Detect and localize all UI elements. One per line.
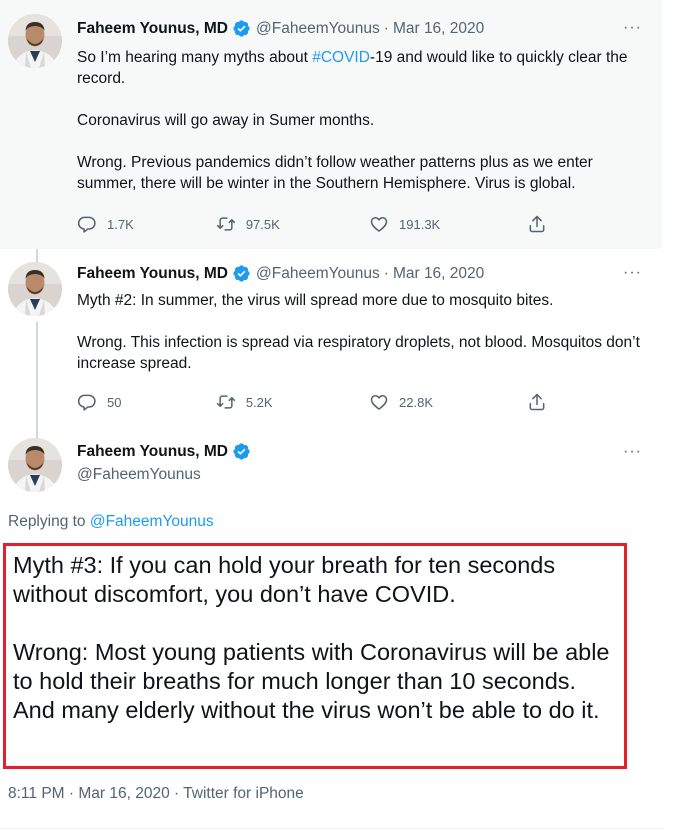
author-name[interactable]: Faheem Younus, MD — [77, 443, 228, 461]
author-handle[interactable]: @FaheemYounus — [256, 20, 380, 38]
tweet-header: Faheem Younus, MD @FaheemYounus · Mar 16… — [77, 19, 484, 38]
tweet-paragraph: Wrong. Previous pandemics didn’t follow … — [77, 154, 593, 192]
share-icon — [527, 214, 547, 234]
tweet-paragraph: Wrong: Most young patients with Coronavi… — [13, 639, 610, 723]
author-handle[interactable]: @FaheemYounus — [256, 265, 380, 283]
verified-badge-icon — [232, 264, 251, 283]
avatar[interactable] — [8, 262, 62, 316]
hashtag-link[interactable]: #COVID — [312, 49, 370, 66]
tweet-paragraph: Myth #3: If you can hold your breath for… — [13, 552, 556, 607]
highlighted-tweet-text: Myth #3: If you can hold your breath for… — [3, 543, 627, 769]
like-button[interactable]: 191.3K — [369, 214, 527, 234]
focused-tweet: Faheem Younus, MD @FaheemYounus ··· Repl… — [0, 428, 662, 836]
like-icon — [369, 214, 389, 234]
reply-icon — [77, 392, 97, 412]
reply-count: 50 — [107, 394, 122, 410]
replying-to: Replying to @FaheemYounus — [8, 513, 214, 531]
reply-button[interactable]: 1.7K — [77, 214, 216, 234]
tweet-text: Myth #2: In summer, the virus will sprea… — [77, 290, 647, 374]
divider — [0, 828, 662, 829]
retweet-button[interactable]: 97.5K — [216, 214, 369, 234]
replying-label: Replying to — [8, 513, 90, 530]
tweet-header: Faheem Younus, MD — [77, 442, 256, 461]
tweet-actions: 1.7K 97.5K 191.3K — [77, 214, 557, 234]
author-name[interactable]: Faheem Younus, MD — [77, 20, 228, 38]
reply-button[interactable]: 50 — [77, 392, 216, 412]
retweet-count: 97.5K — [245, 216, 280, 232]
avatar[interactable] — [8, 14, 62, 68]
replying-handle-link[interactable]: @FaheemYounus — [90, 513, 214, 530]
like-button[interactable]: 22.8K — [369, 392, 527, 412]
reply-count: 1.7K — [107, 216, 134, 232]
retweet-count: 5.2K — [245, 394, 273, 410]
author-handle[interactable]: @FaheemYounus — [77, 466, 201, 484]
tweet-1[interactable]: Faheem Younus, MD @FaheemYounus · Mar 16… — [0, 0, 662, 249]
avatar[interactable] — [8, 438, 62, 492]
share-button[interactable] — [527, 392, 557, 412]
separator-dot: · — [383, 19, 389, 37]
tweet-2[interactable]: Faheem Younus, MD @FaheemYounus · Mar 16… — [0, 249, 662, 428]
tweet-header: Faheem Younus, MD @FaheemYounus · Mar 16… — [77, 264, 484, 283]
verified-badge-icon — [232, 19, 251, 38]
reply-icon — [77, 214, 97, 234]
verified-badge-icon — [232, 442, 251, 461]
like-count: 22.8K — [399, 394, 433, 410]
tweet-date[interactable]: Mar 16, 2020 — [393, 20, 484, 38]
more-icon[interactable]: ··· — [623, 19, 642, 37]
tweet-text-part: So I’m hearing many myths about — [77, 49, 313, 66]
tweet-date[interactable]: Mar 16, 2020 — [393, 265, 484, 283]
like-count: 191.3K — [399, 216, 441, 232]
tweet-paragraph: Myth #2: In summer, the virus will sprea… — [77, 292, 554, 309]
tweet-timestamp[interactable]: 8:11 PM · Mar 16, 2020 · Twitter for iPh… — [8, 785, 304, 803]
retweet-icon — [216, 214, 236, 234]
separator-dot: · — [383, 264, 389, 282]
tweet-text: So I’m hearing many myths about #COVID-1… — [77, 47, 647, 194]
more-icon[interactable]: ··· — [623, 443, 642, 461]
tweet-actions: 50 5.2K 22.8K — [77, 392, 557, 412]
retweet-button[interactable]: 5.2K — [216, 392, 369, 412]
tweet-paragraph: Coronavirus will go away in Sumer months… — [77, 112, 375, 129]
retweet-icon — [216, 392, 236, 412]
more-icon[interactable]: ··· — [623, 264, 642, 282]
like-icon — [369, 392, 389, 412]
share-button[interactable] — [527, 214, 557, 234]
author-name[interactable]: Faheem Younus, MD — [77, 265, 228, 283]
share-icon — [527, 392, 547, 412]
tweet-paragraph: Wrong. This infection is spread via resp… — [77, 334, 640, 372]
